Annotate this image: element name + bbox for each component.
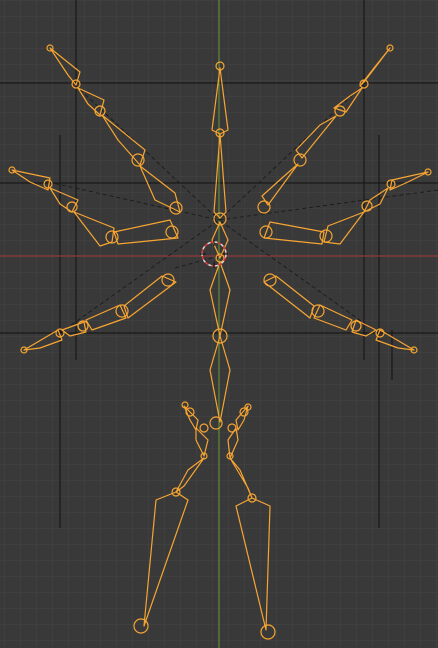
3d-viewport[interactable] [0, 0, 438, 648]
viewport-scene[interactable] [0, 0, 438, 648]
